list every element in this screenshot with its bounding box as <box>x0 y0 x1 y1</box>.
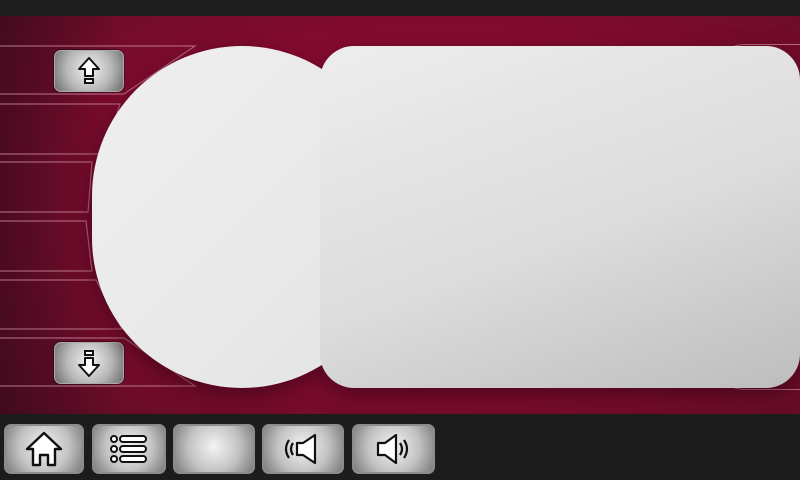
list-menu-icon <box>110 435 147 463</box>
content-panel[interactable] <box>92 46 800 388</box>
volume-down-button[interactable] <box>262 424 344 474</box>
top-bar <box>0 0 800 16</box>
home-icon <box>25 431 63 467</box>
menu-button[interactable] <box>92 424 166 474</box>
blank-button[interactable] <box>173 424 255 474</box>
volume-down-icon <box>284 433 317 465</box>
volume-up-icon <box>376 433 408 465</box>
volume-up-button[interactable] <box>352 424 435 474</box>
home-button[interactable] <box>4 424 84 474</box>
